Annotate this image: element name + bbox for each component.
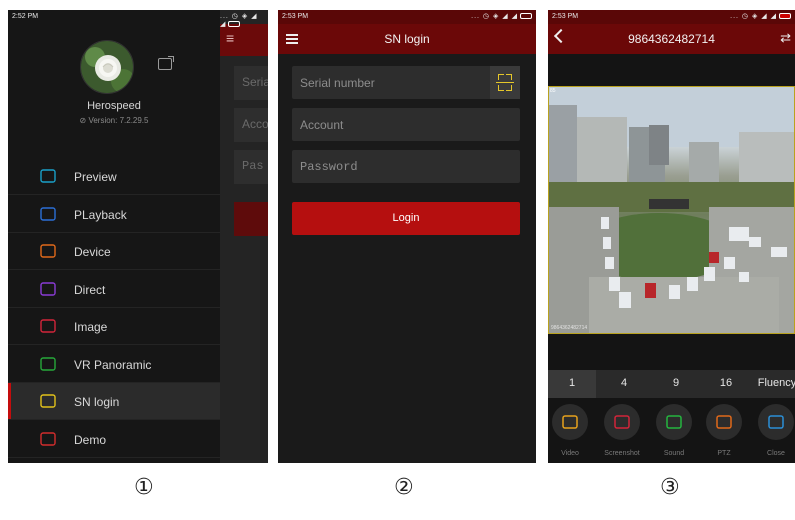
menu-item-label: VR Panoramic [74,357,152,372]
menu-item-label: Preview [74,170,117,184]
screenshot-icon [614,414,630,430]
status-icons-right: ... ◷ ◈ ◢ ◢ [471,12,532,20]
menu-item-vr-panoramic[interactable]: VR Panoramic [8,346,220,383]
video-icon [562,414,578,430]
battery-icon [779,13,791,20]
phone-panel-2: 2:53 PM ... ◷ ◈ ◢ ◢ SN login Login [278,10,536,463]
menu-item-direct[interactable]: Direct [8,271,220,308]
password-input[interactable] [300,150,480,183]
sound-icon [666,414,682,430]
split-9-button[interactable]: 9 [656,377,696,389]
app-name: Herospeed [87,100,141,112]
phone-panel-1: ≡ Serial Acco Pas 2:52 PM Herospeed ⊘ Ve… [8,10,268,463]
edit-profile-icon[interactable] [158,56,174,70]
video-feed[interactable]: 85 9864362482714 [548,86,795,334]
menu-item-label: Direct [74,282,106,297]
panel-label-2: ② [394,475,414,500]
avatar[interactable] [80,40,134,94]
status-time: 2:53 PM [282,13,309,20]
status-time: 2:53 PM [552,13,579,20]
panel-label-1: ① [134,475,154,500]
version-text: Version: 7.2.29.5 [88,116,149,125]
account-field[interactable] [292,108,520,141]
barcode-icon [40,394,56,408]
fluency-button[interactable]: Fluency [752,377,795,389]
status-time: 2:52 PM [12,13,39,20]
background-screen: ≡ Serial Acco Pas [220,10,268,463]
split-1-button[interactable]: 1 [552,377,592,389]
serial-number-field[interactable] [292,66,520,99]
account-field-behind: Acco [234,108,268,142]
menu-item-demo[interactable]: Demo [8,421,220,458]
login-button[interactable]: Login [292,202,520,235]
video-button[interactable] [552,404,588,440]
status-bar: 2:53 PM ... ◷ ◈ ◢ ◢ [278,10,536,24]
serial-number-input[interactable] [300,66,480,99]
image-icon [40,319,56,333]
sound-label: Sound [663,450,685,457]
demo-icon [40,431,56,446]
menu-item-label: Device [74,245,111,259]
menu-item-preview[interactable]: Preview [8,158,220,195]
vr-360-icon [40,356,56,371]
menu-icon: ≡ [220,24,268,56]
title-bar: 9864362482714 ⇄ [548,24,795,54]
camera-icon [40,169,56,183]
ptz-icon [716,414,732,430]
menu-item-label: Demo [74,432,107,447]
menu-item-device[interactable]: Device [8,233,220,270]
split-16-button[interactable]: 16 [706,377,746,389]
scan-qr-icon[interactable] [490,66,520,99]
navigation-drawer: 2:52 PM Herospeed ⊘ Version: 7.2.29.5 Pr… [8,10,220,463]
battery-icon [228,21,241,28]
close-icon [768,414,784,430]
title-bar: SN login [278,24,536,54]
ptz-label: PTZ [717,450,731,457]
menu-item-label: SN login [74,395,120,409]
menu-item-playback[interactable]: PLayback [8,196,220,233]
screenshot-label: Screenshot [604,450,640,457]
device-title: 9864362482714 [628,32,715,46]
status-icons: ... ◷ ◈ ◢ ◢ [220,10,268,28]
app-version: ⊘ Version: 7.2.29.5 [79,116,149,125]
login-button-behind [234,202,268,236]
password-field[interactable] [292,150,520,183]
close-button[interactable] [758,404,794,440]
menu-item-image[interactable]: Image [8,308,220,345]
menu-item-label: Image [74,320,108,334]
status-bar: 2:52 PM [8,10,220,24]
sound-button[interactable] [656,404,692,440]
gear-icon [40,244,56,258]
channel-label: 85 [550,88,556,94]
status-icons-right: ... ◷ ◈ ◢ ◢ [730,12,791,20]
battery-icon [520,13,532,20]
screenshot-button[interactable] [604,404,640,440]
play-icon [40,206,56,221]
panel-label-3: ③ [660,475,680,500]
split-screen-bar: 1 4 9 16 Fluency [548,370,795,398]
video-overlay-text: 9864362482714 [551,325,588,331]
status-bar: 2:53 PM ... ◷ ◈ ◢ ◢ [548,10,795,24]
camera-scene-image [549,87,794,333]
password-field-behind: Pas [234,150,268,184]
direct-icon [40,281,56,296]
switch-icon[interactable]: ⇄ [780,30,791,46]
rose-avatar-icon [81,41,133,93]
video-label: Video [561,450,579,457]
page-title: SN login [384,32,430,46]
serial-field-behind: Serial [234,66,268,100]
menu-item-label: PLayback [74,207,127,222]
split-4-button[interactable]: 4 [604,377,644,389]
account-input[interactable] [300,108,480,141]
phone-panel-3: 2:53 PM ... ◷ ◈ ◢ ◢ 9864362482714 ⇄ 85 9… [548,10,795,463]
ptz-button[interactable] [706,404,742,440]
close-label: Close [767,450,785,457]
menu-item-sn-login[interactable]: SN login [8,383,220,420]
status-icons-right: ... ◷ ◈ ◢ ◢ [220,13,258,28]
